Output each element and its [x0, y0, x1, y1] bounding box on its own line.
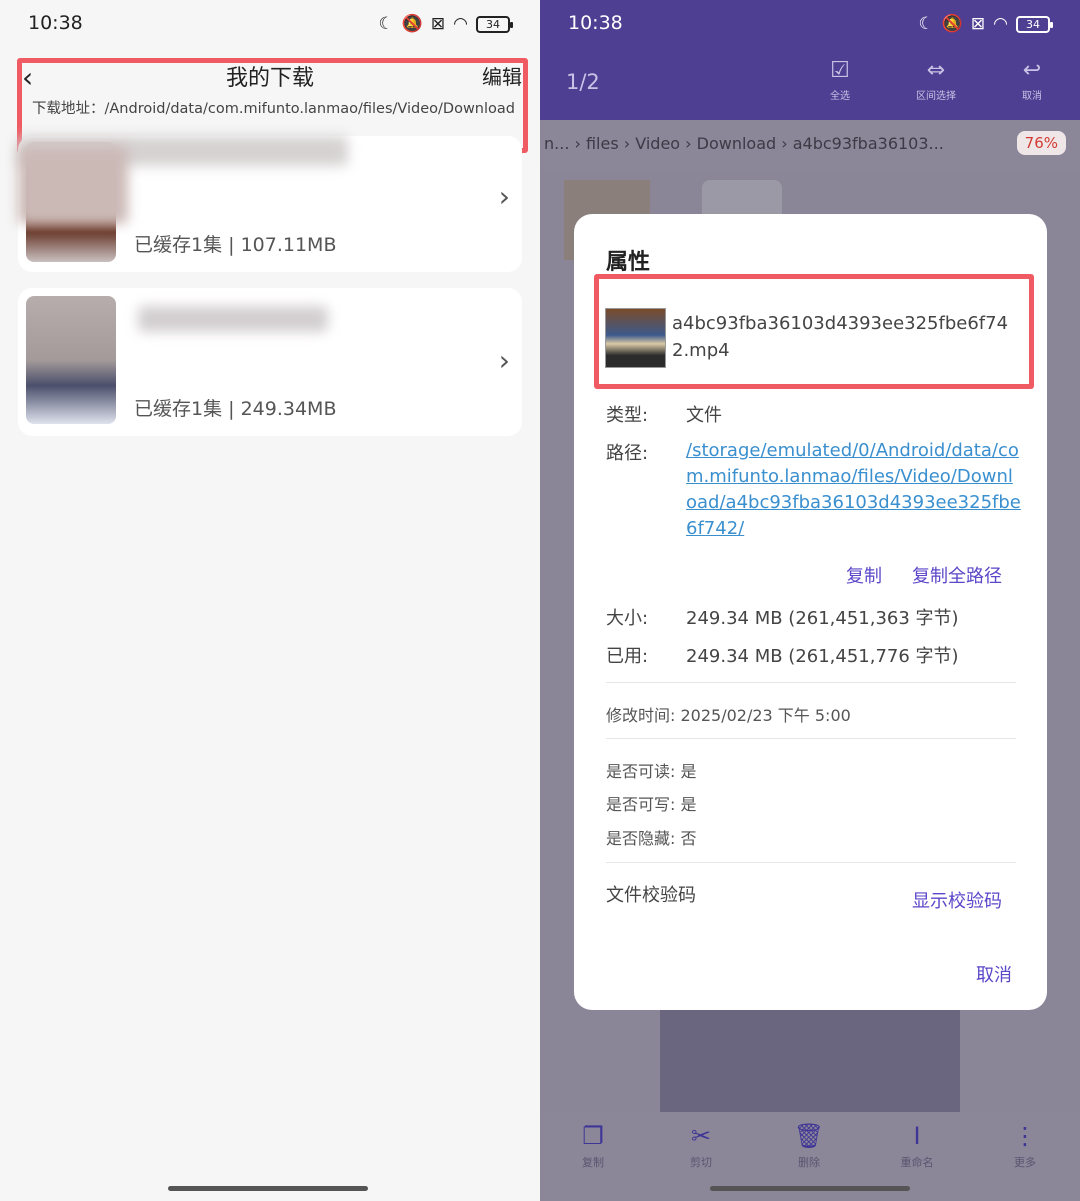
range-select-button[interactable]: ⇔ 区间选择: [906, 58, 966, 102]
readable-flag: 是否可读: 是: [606, 762, 697, 781]
used-row: 已用: 249.34 MB (261,451,776 字节): [606, 642, 959, 668]
cache-info: 已缓存1集 | 107.11MB: [134, 234, 337, 256]
undo-icon: ↩: [1022, 58, 1042, 83]
more-button[interactable]: ⋮ 更多: [990, 1122, 1060, 1170]
status-bar: 10:38 ☾ 🔕 ⊠ ◠ 34: [0, 0, 540, 48]
size-label: 大小:: [606, 608, 649, 629]
battery-icon: 34: [1016, 15, 1053, 33]
properties-dialog: 属性 a4bc93fba36103d4393ee325fbe6f742.mp4 …: [574, 214, 1047, 1010]
mute-bell-icon: 🔕: [401, 14, 423, 34]
wifi-icon: ◠: [453, 14, 468, 34]
cancel-button[interactable]: 取消: [976, 961, 1012, 987]
type-value: 文件: [686, 405, 722, 426]
path-label: 路径:: [606, 443, 649, 464]
delete-button[interactable]: 🗑 删除: [774, 1122, 844, 1170]
blurred-cover: [18, 146, 128, 224]
status-time: 10:38: [568, 12, 623, 34]
size-value: 249.34 MB (261,451,363 字节): [686, 608, 959, 629]
divider: [606, 862, 1016, 863]
mute-bell-icon: 🔕: [941, 14, 963, 34]
cache-info: 已缓存1集 | 249.34MB: [134, 398, 337, 420]
chevron-right-icon: ›: [498, 344, 510, 377]
sim-off-icon: ⊠: [430, 14, 446, 34]
type-label: 类型:: [606, 405, 649, 426]
page-title: 我的下载: [225, 66, 314, 91]
home-indicator: [168, 1186, 368, 1191]
copy-icon: ❐: [582, 1122, 604, 1150]
path-row: 路径:: [606, 439, 686, 465]
battery-icon: 34: [476, 15, 513, 33]
right-screen: 10:38 ☾ 🔕 ⊠ ◠ 34 1/2 ☑ 全选 ⇔ 区间选择 ↩ 取消 n.…: [540, 0, 1080, 1201]
status-time: 10:38: [28, 12, 83, 34]
file-name: a4bc93fba36103d4393ee325fbe6f742.mp4: [672, 313, 1009, 361]
text-cursor-icon: I: [913, 1122, 921, 1150]
left-screen: 10:38 ☾ 🔕 ⊠ ◠ 34 ‹ 编辑 下载地址：/Android/data…: [0, 0, 540, 1201]
type-row: 类型: 文件: [606, 401, 722, 427]
used-value: 249.34 MB (261,451,776 字节): [686, 646, 959, 667]
divider: [606, 682, 1016, 683]
path-link[interactable]: /storage/emulated/0/Android/data/com.mif…: [686, 438, 1021, 542]
copy-button[interactable]: ❐ 复制: [558, 1122, 628, 1170]
writable-flag: 是否可写: 是: [606, 795, 697, 814]
file-thumbnail: [605, 308, 666, 368]
home-indicator: [710, 1186, 910, 1191]
checkbox-icon: ☑: [830, 58, 850, 83]
hidden-flag: 是否隐藏: 否: [606, 829, 697, 848]
cancel-selection-button[interactable]: ↩ 取消: [1002, 58, 1062, 102]
cut-button[interactable]: ✂ 剪切: [666, 1122, 736, 1170]
breadcrumb: n... › files › Video › Download › a4bc93…: [540, 120, 1080, 170]
copy-path-button[interactable]: 复制: [846, 562, 882, 588]
more-vertical-icon: ⋮: [1013, 1122, 1037, 1150]
show-checksum-button[interactable]: 显示校验码: [912, 887, 1002, 913]
selection-count: 1/2: [566, 70, 600, 94]
list-item[interactable]: › 已缓存1集 | 107.11MB: [18, 136, 522, 272]
status-bar: 10:38 ☾ 🔕 ⊠ ◠ 34: [540, 0, 1080, 48]
used-label: 已用:: [606, 646, 649, 667]
video-thumbnail: [26, 296, 116, 424]
trash-icon: 🗑: [793, 1122, 825, 1150]
range-icon: ⇔: [926, 58, 946, 83]
size-row: 大小: 249.34 MB (261,451,363 字节): [606, 604, 959, 630]
sim-off-icon: ⊠: [970, 14, 986, 34]
select-all-button[interactable]: ☑ 全选: [810, 58, 870, 102]
chevron-right-icon: ›: [498, 180, 510, 213]
blurred-title: [138, 306, 328, 332]
list-item[interactable]: › 已缓存1集 | 249.34MB: [18, 288, 522, 436]
storage-usage-badge[interactable]: 76%: [1016, 131, 1066, 155]
modified-time: 修改时间: 2025/02/23 下午 5:00: [606, 706, 851, 725]
file-manager-toolbar: 10:38 ☾ 🔕 ⊠ ◠ 34 1/2 ☑ 全选 ⇔ 区间选择 ↩ 取消: [540, 0, 1080, 120]
copy-full-path-button[interactable]: 复制全路径: [912, 562, 1002, 588]
background-image: [660, 1010, 960, 1112]
checksum-label: 文件校验码: [606, 885, 696, 906]
moon-icon: ☾: [918, 14, 934, 34]
breadcrumb-path[interactable]: n... › files › Video › Download › a4bc93…: [544, 134, 944, 153]
rename-button[interactable]: I 重命名: [882, 1122, 952, 1170]
download-path: 下载地址：/Android/data/com.mifunto.lanmao/fi…: [32, 101, 515, 117]
scissors-icon: ✂: [690, 1122, 712, 1150]
divider: [606, 738, 1016, 739]
moon-icon: ☾: [378, 14, 394, 34]
dialog-title: 属性: [606, 250, 651, 275]
wifi-icon: ◠: [993, 14, 1008, 34]
